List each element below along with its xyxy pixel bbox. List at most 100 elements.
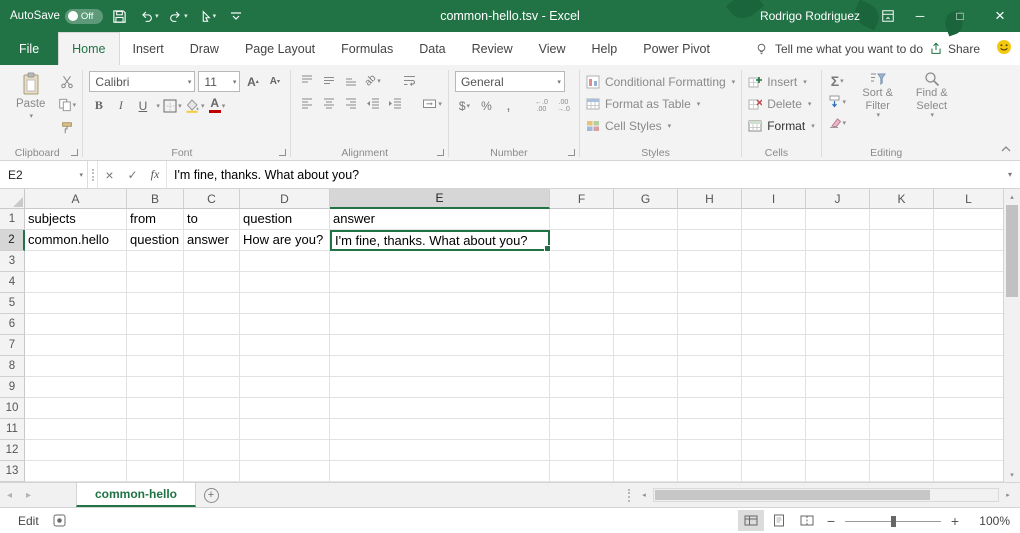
tab-page-layout[interactable]: Page Layout: [232, 32, 328, 65]
cut-button[interactable]: [57, 72, 76, 91]
number-format-combo[interactable]: General▾: [455, 71, 565, 92]
tab-power-pivot[interactable]: Power Pivot: [630, 32, 723, 65]
cell-J11[interactable]: [806, 419, 870, 440]
cell-H5[interactable]: [678, 293, 742, 314]
column-header-I[interactable]: I: [742, 189, 806, 209]
decrease-font-size-button[interactable]: A▾: [265, 72, 284, 91]
normal-view-button[interactable]: [738, 510, 764, 531]
cell-I6[interactable]: [742, 314, 806, 335]
cell-F6[interactable]: [550, 314, 614, 335]
cell-E3[interactable]: [330, 251, 550, 272]
cell-D4[interactable]: [240, 272, 330, 293]
column-header-H[interactable]: H: [678, 189, 742, 209]
cell-G13[interactable]: [614, 461, 678, 482]
cell-F3[interactable]: [550, 251, 614, 272]
cell-C8[interactable]: [184, 356, 240, 377]
cell-F11[interactable]: [550, 419, 614, 440]
cell-L7[interactable]: [934, 335, 1003, 356]
cell-J8[interactable]: [806, 356, 870, 377]
cell-F5[interactable]: [550, 293, 614, 314]
fill-button[interactable]: ▾: [828, 92, 847, 111]
horizontal-scrollbar[interactable]: ◂ ▸: [636, 483, 1020, 507]
cell-D9[interactable]: [240, 377, 330, 398]
cell-D5[interactable]: [240, 293, 330, 314]
cell-L11[interactable]: [934, 419, 1003, 440]
collapse-ribbon-button[interactable]: [998, 142, 1014, 156]
column-header-G[interactable]: G: [614, 189, 678, 209]
redo-button[interactable]: ▾: [166, 3, 190, 29]
tab-scrollbar-divider[interactable]: [628, 483, 636, 507]
cell-D2[interactable]: How are you?: [240, 230, 330, 251]
increase-indent-button[interactable]: [385, 94, 404, 113]
cell-E12[interactable]: [330, 440, 550, 461]
zoom-slider-thumb[interactable]: [891, 516, 896, 527]
cell-I7[interactable]: [742, 335, 806, 356]
cell-C10[interactable]: [184, 398, 240, 419]
cell-I3[interactable]: [742, 251, 806, 272]
cell-E2[interactable]: I'm fine, thanks. What about you?: [330, 230, 550, 251]
column-header-F[interactable]: F: [550, 189, 614, 209]
cell-K13[interactable]: [870, 461, 934, 482]
cell-H7[interactable]: [678, 335, 742, 356]
column-header-J[interactable]: J: [806, 189, 870, 209]
horizontal-scrollbar-thumb[interactable]: [655, 490, 930, 500]
copy-button[interactable]: ▾: [57, 95, 76, 114]
cell-styles-button[interactable]: Cell Styles▾: [586, 116, 735, 135]
cell-K10[interactable]: [870, 398, 934, 419]
insert-function-button[interactable]: fx: [144, 161, 167, 188]
cell-H6[interactable]: [678, 314, 742, 335]
row-header-2[interactable]: 2: [0, 230, 25, 251]
cell-D8[interactable]: [240, 356, 330, 377]
cell-G9[interactable]: [614, 377, 678, 398]
cell-C13[interactable]: [184, 461, 240, 482]
cell-F7[interactable]: [550, 335, 614, 356]
cell-G11[interactable]: [614, 419, 678, 440]
new-sheet-button[interactable]: +: [196, 483, 226, 507]
page-layout-view-button[interactable]: [766, 510, 792, 531]
cell-G1[interactable]: [614, 209, 678, 230]
percent-style-button[interactable]: %: [477, 96, 496, 115]
name-box[interactable]: E2 ▾: [0, 161, 88, 188]
cell-D6[interactable]: [240, 314, 330, 335]
cell-J3[interactable]: [806, 251, 870, 272]
autosave-toggle[interactable]: Off: [65, 9, 103, 24]
cell-I10[interactable]: [742, 398, 806, 419]
column-header-D[interactable]: D: [240, 189, 330, 209]
cell-I8[interactable]: [742, 356, 806, 377]
bold-button[interactable]: B: [89, 96, 108, 115]
merge-center-button[interactable]: ▾: [422, 94, 442, 113]
format-painter-button[interactable]: [57, 118, 76, 137]
cell-A2[interactable]: common.hello: [25, 230, 127, 251]
touch-mouse-mode-button[interactable]: ▾: [195, 3, 219, 29]
save-button[interactable]: [108, 3, 132, 29]
cell-A11[interactable]: [25, 419, 127, 440]
horizontal-scrollbar-track[interactable]: [653, 488, 999, 502]
cell-H12[interactable]: [678, 440, 742, 461]
maximize-button[interactable]: □: [940, 0, 980, 32]
cell-J13[interactable]: [806, 461, 870, 482]
cell-L13[interactable]: [934, 461, 1003, 482]
cell-B7[interactable]: [127, 335, 184, 356]
cell-F12[interactable]: [550, 440, 614, 461]
cell-E8[interactable]: [330, 356, 550, 377]
cell-G6[interactable]: [614, 314, 678, 335]
cell-D7[interactable]: [240, 335, 330, 356]
cell-L3[interactable]: [934, 251, 1003, 272]
cell-C6[interactable]: [184, 314, 240, 335]
cell-J12[interactable]: [806, 440, 870, 461]
row-header-1[interactable]: 1: [0, 209, 25, 230]
cell-D13[interactable]: [240, 461, 330, 482]
cell-E7[interactable]: [330, 335, 550, 356]
customize-quick-access-toolbar-button[interactable]: [224, 3, 248, 29]
cell-B3[interactable]: [127, 251, 184, 272]
comma-style-button[interactable]: ,: [499, 96, 518, 115]
cell-K3[interactable]: [870, 251, 934, 272]
cell-H2[interactable]: [678, 230, 742, 251]
format-as-table-button[interactable]: Format as Table▾: [586, 94, 735, 113]
vertical-scrollbar[interactable]: ▴ ▾: [1003, 189, 1020, 482]
cell-K1[interactable]: [870, 209, 934, 230]
cell-C12[interactable]: [184, 440, 240, 461]
cell-B1[interactable]: from: [127, 209, 184, 230]
cell-I12[interactable]: [742, 440, 806, 461]
scroll-left-arrow[interactable]: ◂: [636, 487, 652, 503]
